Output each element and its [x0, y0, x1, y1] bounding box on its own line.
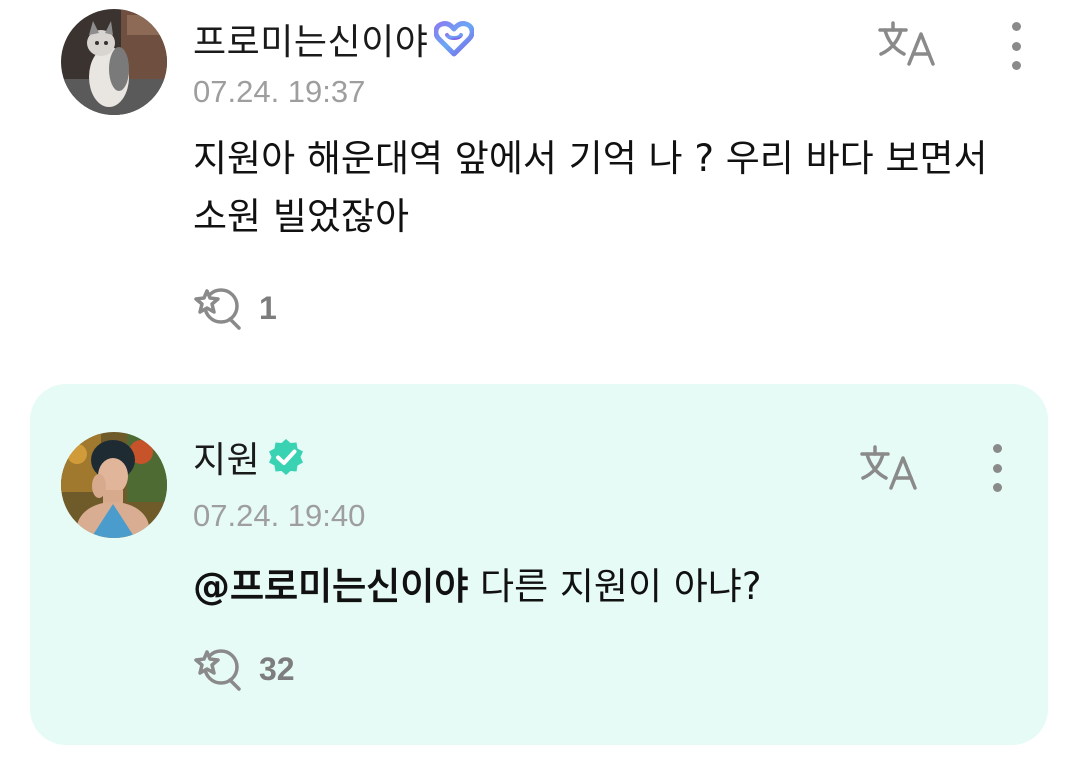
comment-text: @프로미는신이야 다른 지원이 아냐? — [193, 558, 1013, 616]
verified-check-badge-icon — [266, 437, 306, 477]
like-count: 1 — [259, 289, 277, 326]
author-name[interactable]: 프로미는신이야 — [193, 13, 428, 65]
artist-avatar-image — [61, 432, 167, 538]
star-like-icon — [194, 288, 241, 330]
like-button[interactable]: 1 — [193, 285, 277, 331]
more-options-button[interactable] — [982, 440, 1012, 496]
fan-heart-badge-icon — [434, 21, 475, 57]
more-options-button[interactable] — [1001, 18, 1031, 74]
like-button[interactable]: 32 — [193, 646, 295, 692]
translate-button[interactable] — [876, 18, 940, 70]
reply-text: 다른 지원이 아냐? — [468, 565, 762, 608]
author-row: 프로미는신이야 — [193, 13, 475, 65]
like-count: 32 — [259, 650, 295, 687]
translate-icon — [860, 445, 917, 490]
comment-timestamp: 07.24. 19:37 — [193, 74, 366, 109]
mention-link[interactable]: @프로미는신이야 — [193, 565, 468, 608]
more-dot-icon — [992, 444, 1002, 453]
fan-comment: 프로미는신이야 07.24. 19:37 지원아 해운대역 앞에서 기억 나 ?… — [0, 0, 1080, 380]
avatar[interactable] — [61, 9, 167, 115]
author-row: 지원 — [193, 432, 306, 482]
comment-timestamp: 07.24. 19:40 — [193, 498, 366, 533]
more-dot-icon — [1011, 61, 1021, 70]
more-dot-icon — [992, 463, 1002, 473]
translate-icon — [878, 21, 935, 66]
artist-comment: 지원 07.24. 19:40 @프로미는신이야 다른 지원이 아냐? 32 — [30, 384, 1048, 745]
star-like-icon — [194, 649, 241, 691]
author-name[interactable]: 지원 — [193, 431, 260, 483]
cat-avatar-image — [61, 9, 167, 115]
avatar[interactable] — [61, 432, 167, 538]
more-dot-icon — [1011, 41, 1021, 51]
more-dot-icon — [1011, 22, 1021, 31]
more-dot-icon — [992, 483, 1002, 492]
translate-button[interactable] — [858, 442, 922, 494]
comment-thread: 프로미는신이야 07.24. 19:37 지원아 해운대역 앞에서 기억 나 ?… — [0, 0, 1080, 762]
comment-text: 지원아 해운대역 앞에서 기억 나 ? 우리 바다 보면서 소원 빌었잖아 — [193, 137, 988, 238]
